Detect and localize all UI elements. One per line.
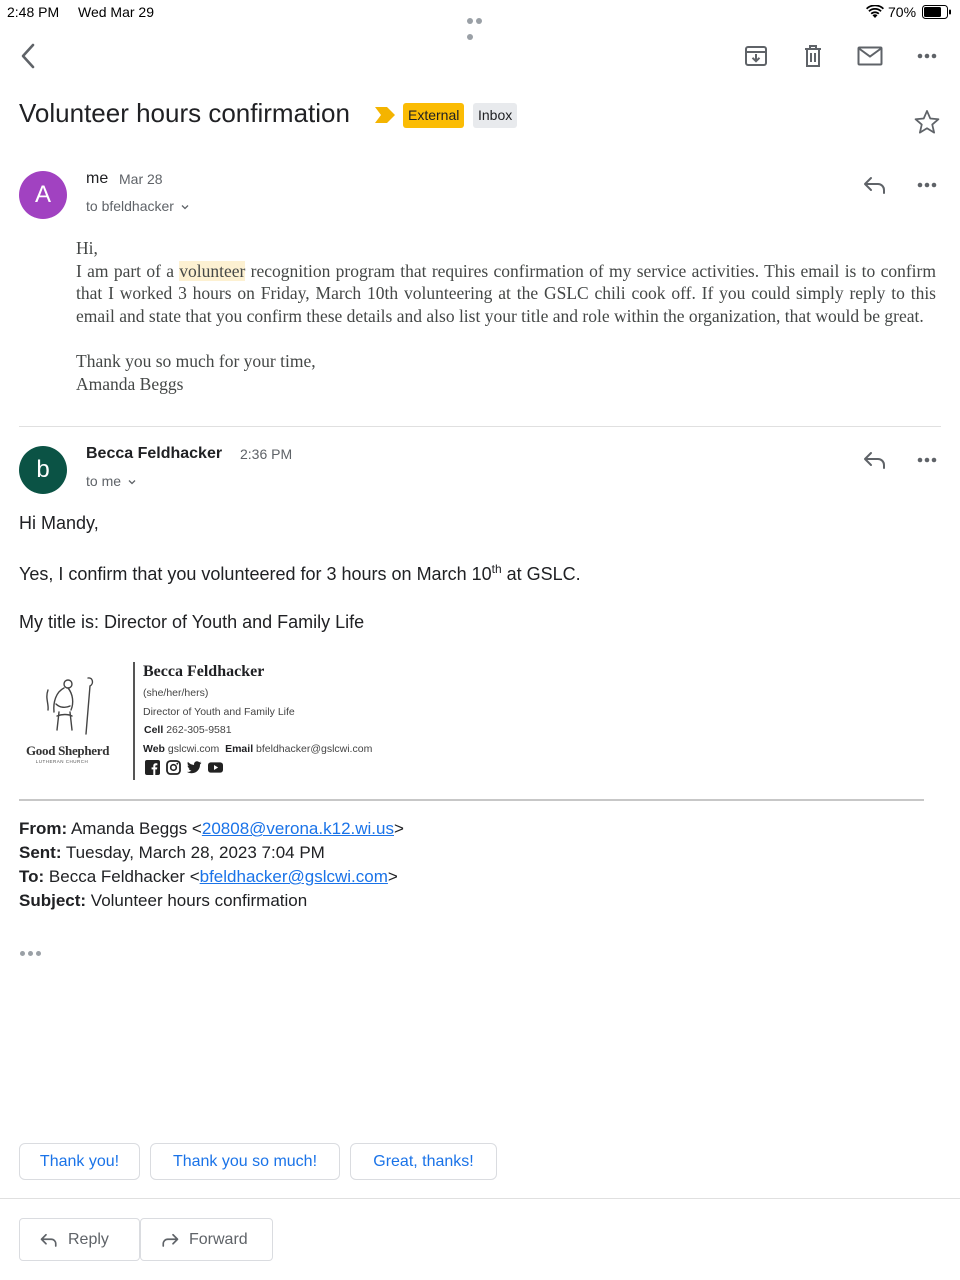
body-signature: Amanda Beggs bbox=[76, 373, 184, 394]
archive-button[interactable] bbox=[736, 36, 776, 76]
signature-divider bbox=[133, 662, 135, 780]
status-date: Wed Mar 29 bbox=[78, 4, 154, 20]
instagram-icon[interactable] bbox=[166, 760, 181, 775]
reply-button[interactable] bbox=[860, 445, 890, 475]
chevron-down-icon bbox=[128, 480, 136, 485]
reply-arrow-icon bbox=[864, 452, 885, 469]
archive-icon bbox=[745, 46, 767, 66]
trash-icon bbox=[805, 45, 821, 67]
reply-label: Reply bbox=[68, 1230, 109, 1248]
avatar[interactable]: b bbox=[19, 446, 67, 494]
message-date: 2:36 PM bbox=[240, 446, 293, 462]
multitasking-dots-icon[interactable] bbox=[467, 11, 493, 40]
church-logo: Good Shepherd LUTHERAN CHURCH bbox=[26, 676, 116, 764]
shepherd-logo-icon bbox=[46, 677, 94, 735]
signature-web-link[interactable]: gslcwi.com bbox=[168, 743, 219, 755]
logo-subtext: LUTHERAN CHURCH bbox=[35, 759, 89, 764]
more-horizontal-icon bbox=[917, 53, 937, 59]
message-divider bbox=[19, 426, 941, 427]
toolbar bbox=[0, 36, 960, 80]
reply-title: My title is: Director of Youth and Famil… bbox=[19, 612, 365, 632]
star-icon[interactable] bbox=[913, 108, 941, 136]
body-paragraph: I am part of a volunteer recognition pro… bbox=[76, 260, 936, 326]
quoted-sent: Sent: Tuesday, March 28, 2023 7:04 PM bbox=[19, 843, 325, 862]
sender-name: Becca Feldhacker bbox=[86, 445, 223, 462]
quoted-subject: Subject: Volunteer hours confirmation bbox=[19, 891, 308, 910]
signature-title: Director of Youth and Family Life bbox=[143, 706, 295, 718]
forward-action-button[interactable]: Forward bbox=[140, 1218, 273, 1261]
more-horizontal-icon bbox=[917, 457, 937, 463]
back-arrow-icon bbox=[21, 43, 35, 69]
email-subject: Volunteer hours confirmation bbox=[19, 98, 350, 128]
avatar[interactable]: A bbox=[19, 171, 67, 219]
message-more-button[interactable] bbox=[912, 445, 942, 475]
twitter-icon[interactable] bbox=[187, 760, 202, 775]
smart-reply-chip[interactable]: Thank you so much! bbox=[150, 1143, 340, 1180]
signature-email-link[interactable]: bfeldhacker@gslcwi.com bbox=[256, 743, 372, 755]
recipient-details[interactable]: to bfeldhacker bbox=[86, 198, 190, 214]
quoted-to: To: Becca Feldhacker <bfeldhacker@gslcwi… bbox=[19, 867, 398, 886]
from-email-link[interactable]: 20808@verona.k12.wi.us bbox=[202, 819, 394, 838]
importance-marker-icon[interactable] bbox=[374, 106, 396, 124]
youtube-icon[interactable] bbox=[208, 760, 223, 775]
more-options-button[interactable] bbox=[907, 36, 947, 76]
mark-unread-button[interactable] bbox=[850, 36, 890, 76]
smart-reply-chip[interactable]: Great, thanks! bbox=[350, 1143, 497, 1180]
to-email-link[interactable]: bfeldhacker@gslcwi.com bbox=[200, 867, 388, 886]
reply-confirmation: Yes, I confirm that you volunteered for … bbox=[19, 562, 581, 584]
reply-action-button[interactable]: Reply bbox=[19, 1218, 140, 1261]
reply-button[interactable] bbox=[860, 170, 890, 200]
search-highlight: volunteer bbox=[179, 260, 246, 281]
message-body: Hi, I am part of a volunteer recognition… bbox=[76, 237, 936, 395]
reply-arrow-icon bbox=[40, 1233, 57, 1247]
recipient-text: to bfeldhacker bbox=[86, 198, 174, 214]
status-time: 2:48 PM bbox=[7, 4, 60, 20]
message-more-button[interactable] bbox=[912, 170, 942, 200]
signature-cell: Cell 262-305-9581 bbox=[144, 724, 232, 736]
body-greeting: Hi, bbox=[76, 238, 98, 258]
back-button[interactable] bbox=[8, 36, 48, 76]
sender-name: me bbox=[86, 170, 109, 187]
chevron-down-icon bbox=[181, 205, 189, 210]
more-horizontal-icon bbox=[917, 182, 937, 188]
battery-percent: 70% bbox=[888, 4, 917, 20]
forward-label: Forward bbox=[189, 1230, 248, 1248]
show-trimmed-content-button[interactable] bbox=[20, 951, 44, 959]
smart-reply-chip[interactable]: Thank you! bbox=[19, 1143, 140, 1180]
body-closing: Thank you so much for your time, bbox=[76, 350, 316, 371]
quoted-divider bbox=[19, 799, 924, 801]
recipient-text: to me bbox=[86, 473, 122, 489]
label-external[interactable]: External bbox=[403, 103, 465, 128]
wifi-icon bbox=[866, 5, 884, 18]
quoted-from: From: Amanda Beggs <20808@verona.k12.wi.… bbox=[19, 819, 404, 838]
signature-pronouns: (she/her/hers) bbox=[143, 687, 209, 699]
forward-arrow-icon bbox=[162, 1233, 179, 1247]
recipient-details[interactable]: to me bbox=[86, 473, 137, 489]
logo-wordmark: Good Shepherd bbox=[26, 743, 110, 758]
signature-contact: Web gslcwi.com Email bfeldhacker@gslcwi.… bbox=[143, 743, 373, 755]
mail-icon bbox=[857, 46, 883, 66]
message-date: Mar 28 bbox=[119, 171, 163, 187]
signature-name: Becca Feldhacker bbox=[143, 663, 265, 680]
facebook-icon[interactable] bbox=[145, 760, 160, 775]
delete-button[interactable] bbox=[793, 36, 833, 76]
actions-divider bbox=[0, 1198, 960, 1199]
reply-greeting: Hi Mandy, bbox=[19, 513, 99, 533]
reply-arrow-icon bbox=[864, 177, 885, 194]
label-inbox[interactable]: Inbox bbox=[473, 103, 518, 128]
social-links bbox=[145, 760, 223, 776]
battery-icon bbox=[922, 5, 951, 19]
status-bar: 2:48 PM Wed Mar 29 70% bbox=[0, 0, 960, 40]
